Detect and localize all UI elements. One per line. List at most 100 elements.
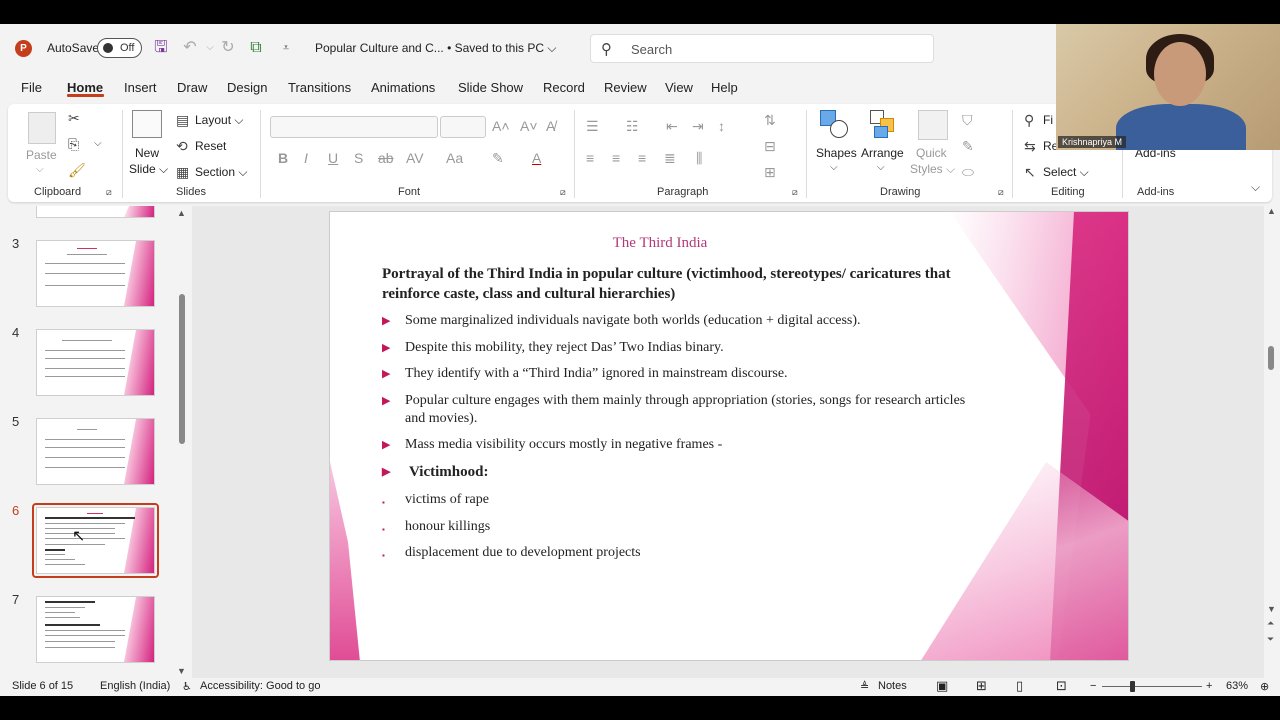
new-slide-dropdown[interactable]: Slide ⌵	[129, 162, 168, 177]
save-icon[interactable]: 🖫	[151, 38, 171, 58]
document-title[interactable]: Popular Culture and C... • Saved to this…	[315, 41, 556, 56]
previous-slide-icon[interactable]: ⏶	[1267, 618, 1274, 629]
collapse-ribbon-icon[interactable]: ⌵	[1251, 180, 1260, 195]
shape-effects-icon[interactable]: ⬭	[962, 164, 974, 181]
layout-icon[interactable]: ▤	[176, 112, 189, 129]
slide-canvas[interactable]: The Third India Portrayal of the Third I…	[329, 211, 1129, 661]
section-button[interactable]: Section ⌵	[195, 165, 247, 180]
quick-styles-label[interactable]: Quick	[916, 146, 947, 160]
redo-icon[interactable]: ↻	[218, 38, 238, 58]
increase-font-icon[interactable]: A˄	[492, 118, 510, 134]
slide-thumbnail-4[interactable]	[36, 329, 155, 396]
paste-icon[interactable]	[28, 112, 56, 144]
undo-icon[interactable]: ↶	[180, 38, 200, 58]
zoom-in-icon[interactable]: +	[1206, 680, 1212, 692]
find-button[interactable]: Fi	[1043, 113, 1053, 127]
quick-styles-dropdown[interactable]: Styles ⌵	[910, 162, 955, 177]
layout-button[interactable]: Layout ⌵	[195, 113, 243, 128]
tab-design[interactable]: Design	[227, 80, 267, 95]
bold-icon[interactable]: B	[278, 150, 288, 166]
copy-icon[interactable]: ⎘	[68, 136, 79, 153]
new-slide-label[interactable]: New	[135, 146, 159, 160]
tab-record[interactable]: Record	[543, 80, 585, 95]
reading-view-icon[interactable]: ▯	[1016, 678, 1023, 694]
accessibility-status[interactable]: Accessibility: Good to go	[200, 680, 320, 692]
line-spacing-icon[interactable]: ↕	[718, 118, 725, 134]
scroll-up-icon[interactable]: ▲	[1267, 206, 1276, 216]
notes-icon[interactable]: ≜	[860, 680, 869, 693]
paragraph-launcher-icon[interactable]: ⧄	[792, 187, 798, 198]
paste-dropdown-icon[interactable]: ⌵	[36, 164, 44, 175]
text-direction-icon[interactable]: ⇅	[764, 112, 776, 129]
zoom-slider-thumb[interactable]	[1130, 681, 1135, 692]
smartart-icon[interactable]: ⊞	[764, 164, 776, 181]
shape-outline-icon[interactable]: ✎	[962, 138, 974, 155]
new-slide-icon[interactable]	[132, 110, 162, 138]
format-painter-icon[interactable]: 🖌	[68, 162, 86, 179]
vertical-scrollbar[interactable]: ▲ ▼ ⏶ ⏷	[1266, 206, 1278, 678]
tab-view[interactable]: View	[665, 80, 693, 95]
shapes-icon[interactable]	[820, 110, 850, 140]
language-indicator[interactable]: English (India)	[100, 680, 170, 692]
select-button[interactable]: Select ⌵	[1043, 165, 1089, 180]
thumb-scroll-down-icon[interactable]: ▼	[177, 666, 186, 676]
tab-help[interactable]: Help	[711, 80, 738, 95]
tab-review[interactable]: Review	[604, 80, 647, 95]
arrange-icon[interactable]	[870, 110, 900, 140]
search-box[interactable]: ⚲ Search	[590, 34, 934, 63]
fit-to-window-icon[interactable]: ⊕	[1260, 680, 1269, 693]
bullet-item[interactable]: ▶ Popular culture engages with them main…	[382, 392, 972, 428]
scrollbar-thumb[interactable]	[1268, 346, 1274, 370]
slide-show-icon[interactable]: ⊡	[1056, 678, 1067, 694]
align-left-icon[interactable]: ≡	[586, 150, 594, 166]
zoom-out-icon[interactable]: −	[1090, 680, 1096, 692]
thumb-scroll-up-icon[interactable]: ▲	[177, 208, 186, 218]
arrange-dropdown-icon[interactable]: ⌵	[877, 162, 885, 173]
sub-bullet-item[interactable]: ▪ honour killings	[382, 518, 972, 536]
font-size-combo[interactable]	[440, 116, 486, 138]
highlight-icon[interactable]: ✎	[492, 150, 504, 167]
quick-styles-icon[interactable]	[918, 110, 948, 140]
cut-icon[interactable]: ✂	[68, 110, 80, 127]
character-spacing-icon[interactable]: AV	[406, 150, 424, 166]
slide-heading[interactable]: Portrayal of the Third India in popular …	[382, 264, 1002, 304]
font-name-combo[interactable]	[270, 116, 438, 138]
select-icon[interactable]: ↖	[1024, 164, 1036, 181]
sub-bullet-item[interactable]: ▪ displacement due to development projec…	[382, 544, 972, 562]
zoom-level[interactable]: 63%	[1226, 680, 1248, 692]
strikethrough-icon[interactable]: ab	[378, 150, 394, 166]
next-slide-icon[interactable]: ⏷	[1267, 634, 1274, 645]
underline-icon[interactable]: U	[328, 150, 338, 166]
slide-title[interactable]: The Third India	[580, 235, 740, 252]
decrease-font-icon[interactable]: A˅	[520, 118, 538, 134]
tab-slide-show[interactable]: Slide Show	[458, 80, 523, 95]
paste-label[interactable]: Paste	[26, 148, 57, 162]
numbering-icon[interactable]: ☷	[626, 118, 639, 135]
shadow-icon[interactable]: S	[354, 150, 363, 166]
font-color-icon[interactable]: A	[532, 150, 541, 166]
find-icon[interactable]: ⚲	[1024, 112, 1034, 129]
increase-indent-icon[interactable]: ⇥	[692, 118, 704, 135]
align-center-icon[interactable]: ≡	[612, 150, 620, 166]
autosave-toggle[interactable]: Off	[97, 38, 142, 58]
tab-home[interactable]: Home	[67, 80, 103, 95]
sub-bullet-item[interactable]: ▪ victims of rape	[382, 491, 972, 509]
shapes-label[interactable]: Shapes	[816, 146, 857, 160]
italic-icon[interactable]: I	[304, 150, 308, 166]
normal-view-icon[interactable]: ▣	[936, 678, 948, 694]
arrange-label[interactable]: Arrange	[861, 146, 904, 160]
bullet-item[interactable]: ▶ Victimhood:	[382, 463, 972, 481]
undo-dropdown-icon[interactable]: ⌵	[200, 38, 220, 58]
thumbnail-scrollbar[interactable]	[179, 294, 185, 444]
copy-dropdown-icon[interactable]: ⌵	[94, 138, 102, 149]
align-text-icon[interactable]: ⊟	[764, 138, 776, 155]
align-right-icon[interactable]: ≡	[638, 150, 646, 166]
tab-insert[interactable]: Insert	[124, 80, 157, 95]
justify-icon[interactable]: ≣	[664, 150, 676, 167]
customize-toolbar-icon[interactable]: ⩡	[276, 38, 296, 58]
shapes-dropdown-icon[interactable]: ⌵	[830, 162, 838, 173]
zoom-slider-track[interactable]	[1102, 686, 1202, 687]
tab-draw[interactable]: Draw	[177, 80, 207, 95]
replace-icon[interactable]: ⇆	[1024, 138, 1036, 155]
slide-thumbnail-6[interactable]	[36, 507, 155, 574]
